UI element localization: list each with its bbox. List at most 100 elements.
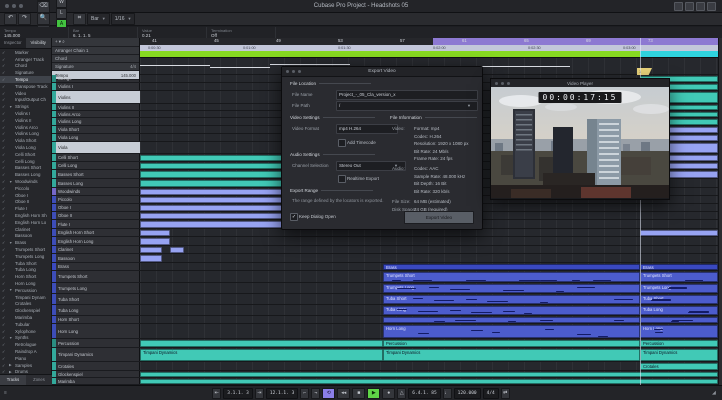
export-video-button[interactable]: Export Video xyxy=(404,211,474,224)
track-header-tuba-long[interactable]: Tuba Long xyxy=(52,305,140,316)
visibility-item[interactable]: ✓ Transpose Track xyxy=(0,83,51,90)
sidebar-tab-inspector[interactable]: Inspector xyxy=(0,38,26,48)
midi-event[interactable] xyxy=(170,246,184,253)
midi-event[interactable]: Horn Long xyxy=(640,324,718,338)
track-header-arranger-chain-1[interactable]: Arranger Chain 1 xyxy=(52,47,139,55)
resize-handle-icon[interactable]: ◢ xyxy=(712,390,716,396)
track-header-piccolo[interactable]: Piccolo xyxy=(52,196,140,204)
track-lane-clarinet[interactable] xyxy=(140,246,718,254)
track-header-trumpets-short[interactable]: Trumpets Short xyxy=(52,271,140,283)
visibility-item[interactable]: ✓ ▼ Percussion xyxy=(0,287,51,294)
visibility-item[interactable]: ✓ English Horn Sh xyxy=(0,212,51,219)
midi-event[interactable]: Percussion xyxy=(640,339,718,347)
track-lane-bassoon[interactable] xyxy=(140,254,718,263)
midi-event[interactable]: Trumpets Long xyxy=(383,283,640,293)
track-lane-percussion[interactable]: Percussion Percussion xyxy=(140,339,718,348)
track-header-viola[interactable]: Viola xyxy=(52,142,140,154)
left-locator-field[interactable]: 3.1.1. 3 xyxy=(223,388,253,399)
track-header-violins-long[interactable]: Violins Long xyxy=(52,118,140,126)
visibility-item[interactable]: ✓ Celli Long xyxy=(0,158,51,165)
midi-event[interactable] xyxy=(383,316,640,323)
track-lane-english-horn-short[interactable] xyxy=(140,229,718,237)
track-header-viola-long[interactable]: Viola Long xyxy=(52,134,140,142)
midi-event[interactable] xyxy=(140,237,170,245)
file-path-menu-icon[interactable]: ▼ xyxy=(467,103,471,108)
snap-icon[interactable]: ⌗ xyxy=(73,13,86,25)
visibility-item[interactable]: ✓ Input/Output Ch xyxy=(0,97,51,104)
visibility-item[interactable]: ✓ Timpani Dynam xyxy=(0,294,51,301)
midi-event[interactable]: Trumpets Short xyxy=(640,271,718,282)
file-name-input[interactable]: Project_-_05_Cla_version_x xyxy=(336,90,478,100)
quantize-dropdown[interactable]: 1/16 ▼ xyxy=(110,13,136,25)
visibility-item[interactable]: ✓ Chord xyxy=(0,63,51,70)
track-list-toolbar[interactable]: + ▾ ⌕ xyxy=(52,38,139,47)
midi-event[interactable] xyxy=(640,229,718,236)
visibility-item[interactable]: ✓ Viola Long xyxy=(0,144,51,151)
track-header-viola-short[interactable]: Viola Short xyxy=(52,126,140,134)
visibility-item[interactable]: ✓ Crotales xyxy=(0,300,51,307)
track-header-violins-ii[interactable]: Violins II xyxy=(52,104,140,111)
midi-event[interactable]: Timpani Dynamics xyxy=(140,348,383,361)
track-header-flute-i[interactable]: Flute I xyxy=(52,220,140,229)
punch-out-button[interactable]: ¬ xyxy=(311,388,321,399)
visibility-item[interactable]: ✓ Violins I xyxy=(0,110,51,117)
track-header-percussion[interactable]: Percussion xyxy=(52,339,140,348)
visibility-item[interactable]: ✓ Marker xyxy=(0,49,51,56)
undo-icon[interactable]: ↶ xyxy=(4,13,17,25)
track-header-clarinet[interactable]: Clarinet xyxy=(52,246,140,254)
midi-event[interactable]: Brass xyxy=(640,263,718,270)
track-header-glockenspiel[interactable]: Glockenspiel xyxy=(52,371,140,378)
track-lane-crotales[interactable]: Crotales xyxy=(140,362,718,371)
track-header-horn-short[interactable]: Horn Short xyxy=(52,316,140,324)
visibility-item[interactable]: ✓ Horn Long xyxy=(0,280,51,287)
visibility-item[interactable]: ✓ Oboe I xyxy=(0,192,51,199)
visibility-item[interactable]: ✓ Violins Arco xyxy=(0,124,51,131)
visibility-item[interactable]: ✓ Arranger Track xyxy=(0,56,51,63)
midi-event[interactable]: Trumpets Long xyxy=(640,283,718,293)
visibility-item[interactable]: ✓ Viola Short xyxy=(0,137,51,144)
visibility-item[interactable]: ✓ Signature xyxy=(0,69,51,76)
visibility-item[interactable]: ✓ Celli Short xyxy=(0,151,51,158)
track-header-oboe-ii[interactable]: Oboe II xyxy=(52,212,140,220)
info-line-field[interactable]: Value 0.21 xyxy=(138,27,207,38)
redo-icon[interactable]: ↷ xyxy=(18,13,31,25)
midi-event[interactable]: Trumpets Short xyxy=(383,271,640,282)
automation-button-l[interactable]: L xyxy=(56,8,67,19)
video-player-title-bar[interactable]: Video Player xyxy=(491,79,669,87)
track-lane-tuba-short[interactable]: Tuba ShortTuba Short xyxy=(140,294,718,305)
workspace-button[interactable] xyxy=(674,2,683,11)
workspace-button[interactable] xyxy=(696,2,705,11)
erase-tool-icon[interactable]: ⌫ xyxy=(37,1,50,13)
midi-event[interactable]: Tuba Short xyxy=(640,294,718,304)
track-header-brass[interactable]: Brass xyxy=(52,263,140,271)
add-timecode-checkbox[interactable] xyxy=(338,139,346,147)
track-header-woodwinds[interactable]: Woodwinds xyxy=(52,188,140,196)
track-header-strings[interactable]: Strings xyxy=(52,75,140,83)
visibility-item[interactable]: ✓ Xylophone xyxy=(0,328,51,335)
position-field[interactable]: 6.4.1. 85 xyxy=(408,388,441,399)
midi-event[interactable] xyxy=(140,371,718,377)
visibility-item[interactable]: ✓ Basses Short xyxy=(0,165,51,172)
track-header-violins-arco[interactable]: Violins Arco xyxy=(52,111,140,118)
track-lane-timpani-dynamics[interactable]: Timpani Dynamics Timpani Dynamics Timpani … xyxy=(140,348,718,362)
track-header-marimba[interactable]: Marimba xyxy=(52,378,140,385)
visibility-item[interactable]: ✓ Clarinet xyxy=(0,226,51,233)
midi-event[interactable] xyxy=(640,316,718,323)
visibility-item[interactable]: ✓ ▼ Woodwinds xyxy=(0,178,51,185)
track-header-english-horn-long[interactable]: English Horn Long xyxy=(52,237,140,246)
stop-button[interactable]: ■ xyxy=(352,388,366,399)
track-lane-trumpets-long[interactable]: Trumpets LongTrumpets Long xyxy=(140,283,718,294)
cycle-button[interactable]: ⟲ xyxy=(322,388,336,399)
visibility-item[interactable]: ✓ Piccolo xyxy=(0,185,51,192)
punch-in-button[interactable]: ⌐ xyxy=(300,388,310,399)
midi-event[interactable] xyxy=(140,339,383,347)
visibility-item[interactable]: ✓ Retrologue xyxy=(0,341,51,348)
workspace-button[interactable] xyxy=(685,2,694,11)
visibility-item[interactable]: ✓ ▼ Brass xyxy=(0,239,51,246)
realtime-export-checkbox[interactable] xyxy=(338,175,346,183)
midi-event[interactable]: Tuba Long xyxy=(640,305,718,315)
tempo-track-button[interactable]: ♩ xyxy=(442,388,452,399)
info-line-field[interactable]: Tempo 145.000 xyxy=(0,27,69,38)
track-header-timpani-dynamics[interactable]: Timpani Dynamics xyxy=(52,348,140,362)
track-header-crotales[interactable]: Crotales xyxy=(52,362,140,371)
